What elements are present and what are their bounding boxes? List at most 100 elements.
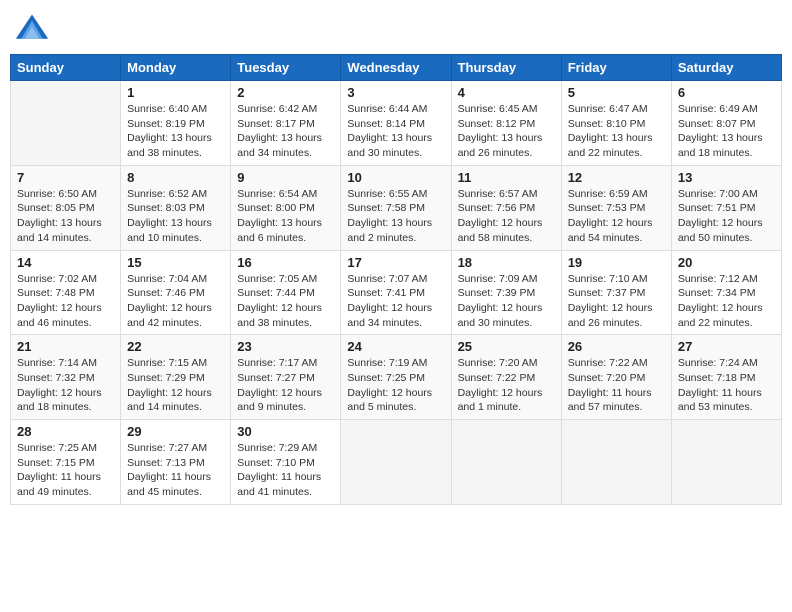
calendar-cell: 6 Sunrise: 6:49 AMSunset: 8:07 PMDaylight… <box>671 81 781 166</box>
day-number: 24 <box>347 339 444 354</box>
calendar-header-thursday: Thursday <box>451 55 561 81</box>
day-info: Sunrise: 6:47 AMSunset: 8:10 PMDaylight:… <box>568 102 665 161</box>
calendar-header-sunday: Sunday <box>11 55 121 81</box>
day-number: 1 <box>127 85 224 100</box>
calendar-week-row: 14 Sunrise: 7:02 AMSunset: 7:48 PMDayligh… <box>11 250 782 335</box>
day-info: Sunrise: 7:00 AMSunset: 7:51 PMDaylight:… <box>678 187 775 246</box>
day-info: Sunrise: 6:55 AMSunset: 7:58 PMDaylight:… <box>347 187 444 246</box>
day-number: 15 <box>127 255 224 270</box>
day-info: Sunrise: 7:22 AMSunset: 7:20 PMDaylight:… <box>568 356 665 415</box>
calendar-cell: 10 Sunrise: 6:55 AMSunset: 7:58 PMDayligh… <box>341 165 451 250</box>
calendar-cell: 4Sunrise: 6:45 AMSunset: 8:12 PMDaylight… <box>451 81 561 166</box>
day-info: Sunrise: 6:42 AMSunset: 8:17 PMDaylight:… <box>237 102 334 161</box>
day-number: 17 <box>347 255 444 270</box>
calendar-cell: 23 Sunrise: 7:17 AMSunset: 7:27 PMDayligh… <box>231 335 341 420</box>
calendar-cell: 27 Sunrise: 7:24 AMSunset: 7:18 PMDayligh… <box>671 335 781 420</box>
day-info: Sunrise: 7:19 AMSunset: 7:25 PMDaylight:… <box>347 356 444 415</box>
day-number: 14 <box>17 255 114 270</box>
day-info: Sunrise: 7:20 AMSunset: 7:22 PMDaylight:… <box>458 356 555 415</box>
calendar-cell: 14 Sunrise: 7:02 AMSunset: 7:48 PMDayligh… <box>11 250 121 335</box>
calendar-cell: 30 Sunrise: 7:29 AMSunset: 7:10 PMDayligh… <box>231 420 341 505</box>
day-number: 23 <box>237 339 334 354</box>
day-info: Sunrise: 7:17 AMSunset: 7:27 PMDaylight:… <box>237 356 334 415</box>
day-info: Sunrise: 7:10 AMSunset: 7:37 PMDaylight:… <box>568 272 665 331</box>
day-info: Sunrise: 6:50 AMSunset: 8:05 PMDaylight:… <box>17 187 114 246</box>
day-info: Sunrise: 7:25 AMSunset: 7:15 PMDaylight:… <box>17 441 114 500</box>
day-info: Sunrise: 7:29 AMSunset: 7:10 PMDaylight:… <box>237 441 334 500</box>
day-number: 19 <box>568 255 665 270</box>
day-number: 30 <box>237 424 334 439</box>
page-header <box>10 10 782 46</box>
day-info: Sunrise: 6:40 AMSunset: 8:19 PMDaylight:… <box>127 102 224 161</box>
day-number: 10 <box>347 170 444 185</box>
day-number: 13 <box>678 170 775 185</box>
calendar-cell <box>451 420 561 505</box>
calendar-header-monday: Monday <box>121 55 231 81</box>
calendar-cell: 26 Sunrise: 7:22 AMSunset: 7:20 PMDayligh… <box>561 335 671 420</box>
calendar-cell: 21Sunrise: 7:14 AMSunset: 7:32 PMDayligh… <box>11 335 121 420</box>
day-number: 6 <box>678 85 775 100</box>
calendar-cell: 12 Sunrise: 6:59 AMSunset: 7:53 PMDayligh… <box>561 165 671 250</box>
day-number: 22 <box>127 339 224 354</box>
calendar-cell: 24 Sunrise: 7:19 AMSunset: 7:25 PMDayligh… <box>341 335 451 420</box>
day-number: 7 <box>17 170 114 185</box>
logo <box>14 10 54 46</box>
calendar-cell: 25 Sunrise: 7:20 AMSunset: 7:22 PMDayligh… <box>451 335 561 420</box>
day-number: 18 <box>458 255 555 270</box>
calendar-cell <box>341 420 451 505</box>
calendar-cell <box>671 420 781 505</box>
calendar-cell: 11Sunrise: 6:57 AMSunset: 7:56 PMDayligh… <box>451 165 561 250</box>
calendar-header-wednesday: Wednesday <box>341 55 451 81</box>
day-info: Sunrise: 6:54 AMSunset: 8:00 PMDaylight:… <box>237 187 334 246</box>
calendar-cell: 28 Sunrise: 7:25 AMSunset: 7:15 PMDayligh… <box>11 420 121 505</box>
calendar-cell: 5 Sunrise: 6:47 AMSunset: 8:10 PMDaylight… <box>561 81 671 166</box>
calendar-table: SundayMondayTuesdayWednesdayThursdayFrid… <box>10 54 782 505</box>
day-number: 4 <box>458 85 555 100</box>
day-number: 5 <box>568 85 665 100</box>
calendar-week-row: 28 Sunrise: 7:25 AMSunset: 7:15 PMDayligh… <box>11 420 782 505</box>
calendar-header-saturday: Saturday <box>671 55 781 81</box>
calendar-cell: 3Sunrise: 6:44 AMSunset: 8:14 PMDaylight… <box>341 81 451 166</box>
calendar-cell: 9 Sunrise: 6:54 AMSunset: 8:00 PMDaylight… <box>231 165 341 250</box>
day-info: Sunrise: 7:05 AMSunset: 7:44 PMDaylight:… <box>237 272 334 331</box>
logo-icon <box>14 10 50 46</box>
day-info: Sunrise: 7:04 AMSunset: 7:46 PMDaylight:… <box>127 272 224 331</box>
calendar-week-row: 7 Sunrise: 6:50 AMSunset: 8:05 PMDaylight… <box>11 165 782 250</box>
day-info: Sunrise: 6:52 AMSunset: 8:03 PMDaylight:… <box>127 187 224 246</box>
day-info: Sunrise: 7:24 AMSunset: 7:18 PMDaylight:… <box>678 356 775 415</box>
calendar-cell: 15 Sunrise: 7:04 AMSunset: 7:46 PMDayligh… <box>121 250 231 335</box>
day-info: Sunrise: 6:59 AMSunset: 7:53 PMDaylight:… <box>568 187 665 246</box>
day-number: 20 <box>678 255 775 270</box>
day-info: Sunrise: 6:49 AMSunset: 8:07 PMDaylight:… <box>678 102 775 161</box>
calendar-cell: 19 Sunrise: 7:10 AMSunset: 7:37 PMDayligh… <box>561 250 671 335</box>
calendar-cell: 7 Sunrise: 6:50 AMSunset: 8:05 PMDaylight… <box>11 165 121 250</box>
day-info: Sunrise: 7:14 AMSunset: 7:32 PMDaylight:… <box>17 356 114 415</box>
day-number: 27 <box>678 339 775 354</box>
day-info: Sunrise: 7:12 AMSunset: 7:34 PMDaylight:… <box>678 272 775 331</box>
calendar-cell: 20 Sunrise: 7:12 AMSunset: 7:34 PMDayligh… <box>671 250 781 335</box>
calendar-cell: 8 Sunrise: 6:52 AMSunset: 8:03 PMDaylight… <box>121 165 231 250</box>
calendar-cell: 13 Sunrise: 7:00 AMSunset: 7:51 PMDayligh… <box>671 165 781 250</box>
day-number: 3 <box>347 85 444 100</box>
calendar-cell: 17Sunrise: 7:07 AMSunset: 7:41 PMDayligh… <box>341 250 451 335</box>
day-number: 16 <box>237 255 334 270</box>
calendar-cell <box>11 81 121 166</box>
calendar-header-row: SundayMondayTuesdayWednesdayThursdayFrid… <box>11 55 782 81</box>
day-info: Sunrise: 7:02 AMSunset: 7:48 PMDaylight:… <box>17 272 114 331</box>
day-number: 28 <box>17 424 114 439</box>
calendar-cell <box>561 420 671 505</box>
day-number: 2 <box>237 85 334 100</box>
calendar-week-row: 21Sunrise: 7:14 AMSunset: 7:32 PMDayligh… <box>11 335 782 420</box>
day-number: 9 <box>237 170 334 185</box>
calendar-week-row: 1 Sunrise: 6:40 AMSunset: 8:19 PMDaylight… <box>11 81 782 166</box>
calendar-cell: 16 Sunrise: 7:05 AMSunset: 7:44 PMDayligh… <box>231 250 341 335</box>
day-info: Sunrise: 7:09 AMSunset: 7:39 PMDaylight:… <box>458 272 555 331</box>
calendar-cell: 1 Sunrise: 6:40 AMSunset: 8:19 PMDaylight… <box>121 81 231 166</box>
day-number: 26 <box>568 339 665 354</box>
day-number: 12 <box>568 170 665 185</box>
calendar-cell: 2 Sunrise: 6:42 AMSunset: 8:17 PMDaylight… <box>231 81 341 166</box>
day-number: 25 <box>458 339 555 354</box>
day-info: Sunrise: 7:27 AMSunset: 7:13 PMDaylight:… <box>127 441 224 500</box>
day-number: 8 <box>127 170 224 185</box>
calendar-header-tuesday: Tuesday <box>231 55 341 81</box>
